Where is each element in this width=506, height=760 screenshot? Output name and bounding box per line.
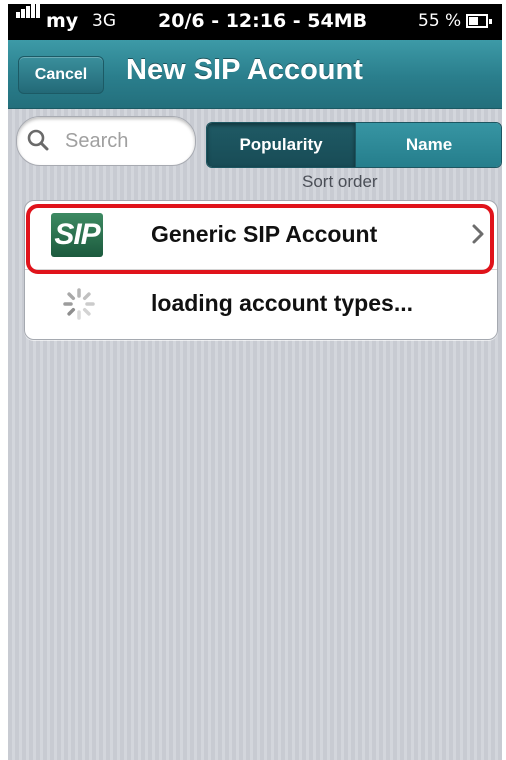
- loading-spinner-icon: [63, 288, 95, 320]
- sort-order-caption: Sort order: [302, 172, 378, 191]
- sort-name-segment[interactable]: Name: [355, 123, 501, 167]
- list-item-generic-sip[interactable]: SIP Generic SIP Account: [25, 201, 497, 270]
- sort-order-control: Popularity Name: [206, 122, 502, 168]
- search-icon: [27, 129, 49, 151]
- search-placeholder: Search: [65, 130, 129, 152]
- sip-logo-icon: SIP: [51, 213, 103, 257]
- phone-screen: my 3G 20/6 - 12:16 - 54MB 55 % Cancel Ne…: [8, 4, 502, 760]
- search-input[interactable]: Search: [16, 116, 196, 166]
- battery-percent: 55 %: [418, 11, 462, 31]
- account-types-list: SIP Generic SIP Account loading account …: [24, 200, 498, 340]
- sort-popularity-segment[interactable]: Popularity: [207, 123, 355, 167]
- list-item-loading: loading account types...: [25, 270, 497, 338]
- chevron-right-icon: [472, 224, 484, 244]
- network-type: 3G: [92, 11, 116, 31]
- page-title: New SIP Account: [126, 54, 363, 86]
- battery-icon: [466, 14, 492, 28]
- list-item-label: Generic SIP Account: [151, 221, 378, 247]
- status-info: 20/6 - 12:16 - 54MB: [158, 10, 368, 32]
- status-bar: my 3G 20/6 - 12:16 - 54MB 55 %: [8, 4, 502, 40]
- carrier-name: my: [46, 10, 79, 32]
- navigation-bar: Cancel New SIP Account: [8, 40, 502, 109]
- cancel-button[interactable]: Cancel: [18, 56, 104, 94]
- loading-label: loading account types...: [151, 290, 413, 316]
